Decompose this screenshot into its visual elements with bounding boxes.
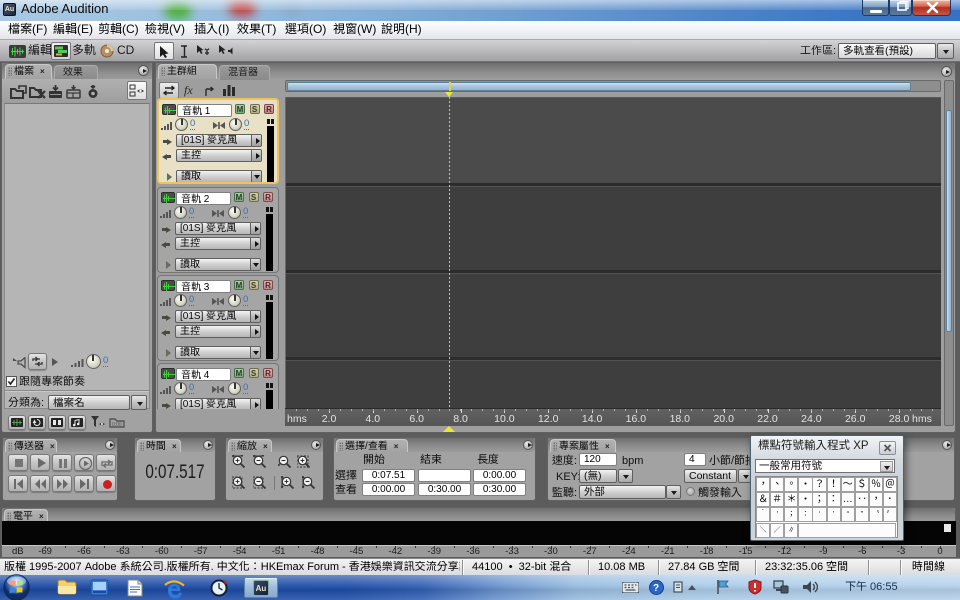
svg-text:0:00: 0:00: [112, 422, 122, 428]
svg-text:?: ?: [653, 583, 659, 594]
